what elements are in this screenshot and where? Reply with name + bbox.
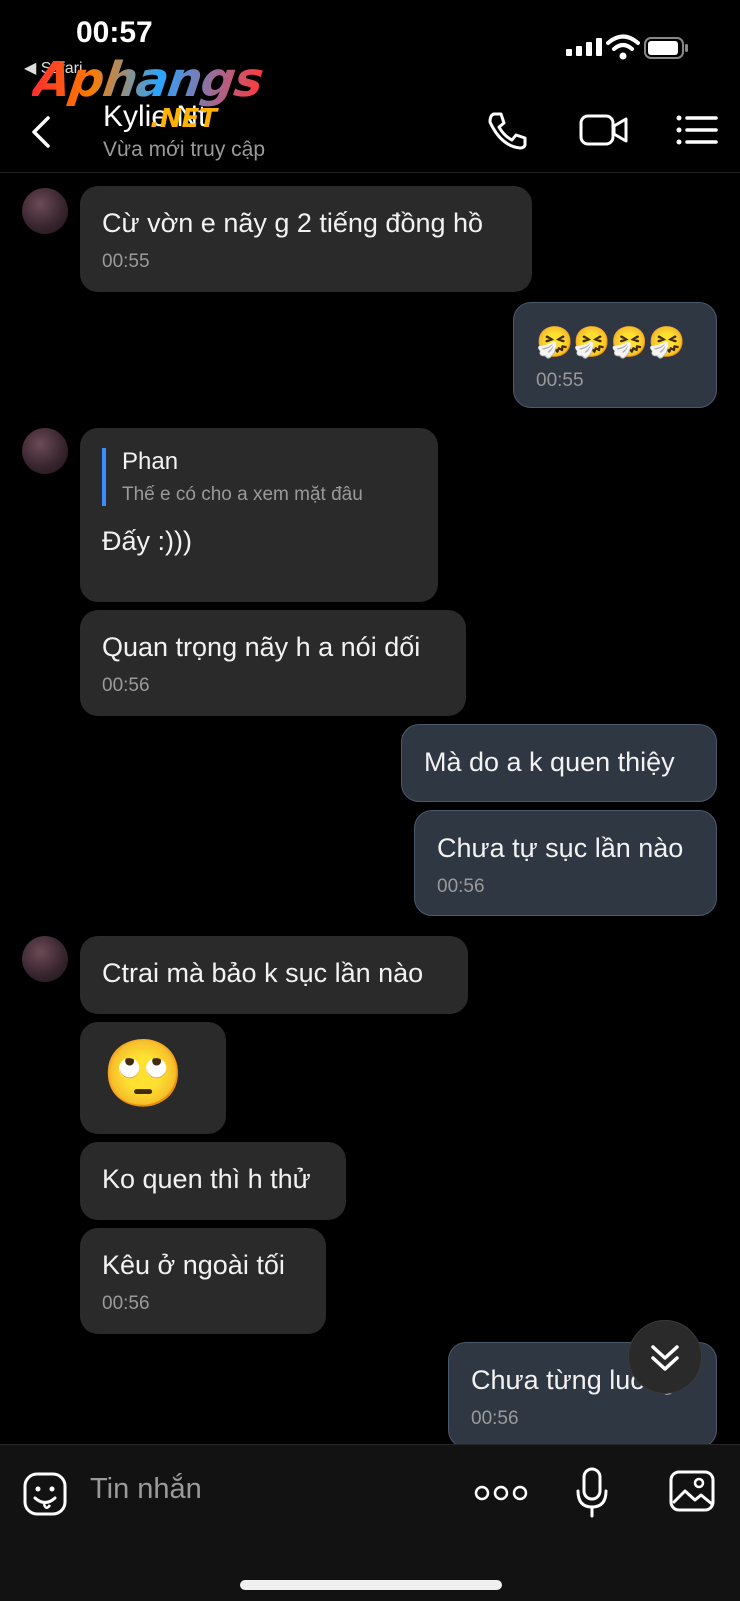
status-bar: 00:57 ◀ Safari: [0, 0, 740, 77]
phone-icon[interactable]: [484, 110, 530, 150]
message-composer: Tin nhắn: [0, 1444, 740, 1601]
message-text: Ko quen thì h thử: [102, 1164, 311, 1194]
message-bubble-incoming[interactable]: Kêu ở ngoài tối 00:56: [80, 1228, 326, 1334]
message-text: Đấy :))): [102, 526, 192, 556]
message-text: Chưa tự sục lần nào: [437, 833, 684, 863]
message-text: Mà do a k quen thiệy: [424, 747, 675, 777]
watermark-logo: Aphangs: [30, 52, 267, 108]
back-icon[interactable]: [26, 112, 58, 152]
video-call-icon[interactable]: [578, 110, 630, 150]
message-text: Cừ vờn e nãy g 2 tiếng đồng hồ: [102, 208, 484, 238]
message-bubble-incoming[interactable]: Ctrai mà bảo k sục lần nào: [80, 936, 468, 1014]
more-icon[interactable]: [474, 1481, 528, 1505]
quote-author: Phan: [122, 448, 179, 475]
double-chevron-down-icon: [651, 1345, 679, 1371]
menu-icon[interactable]: [674, 110, 720, 150]
emoji-message: 🙄: [102, 1036, 185, 1110]
status-time: 00:57: [76, 16, 153, 49]
message-time: 00:55: [102, 251, 150, 272]
message-time: 00:56: [102, 675, 150, 696]
quote-text: Thế e có cho a xem mặt đâu: [122, 484, 363, 505]
message-bubble-outgoing[interactable]: 🤧🤧🤧🤧 00:55: [513, 302, 717, 408]
message-bubble-incoming[interactable]: Cừ vờn e nãy g 2 tiếng đồng hồ 00:55: [80, 186, 532, 292]
message-bubble-outgoing[interactable]: Mà do a k quen thiệy: [401, 724, 717, 802]
message-text: Kêu ở ngoài tối: [102, 1250, 285, 1280]
message-bubble-outgoing[interactable]: Chưa tự sục lần nào 00:56: [414, 810, 717, 916]
watermark-suffix: .NET: [150, 104, 218, 134]
image-icon[interactable]: [668, 1469, 716, 1513]
message-time: 00:55: [536, 370, 584, 391]
message-time: 00:56: [102, 1293, 150, 1314]
message-input[interactable]: Tin nhắn: [90, 1473, 202, 1506]
message-bubble-incoming[interactable]: 🙄: [80, 1022, 226, 1134]
message-text: Quan trọng nãy h a nói dối: [102, 632, 421, 662]
battery-icon: [644, 37, 688, 59]
message-text: Ctrai mà bảo k sục lần nào: [102, 958, 424, 988]
message-text: 🤧🤧🤧🤧: [536, 326, 686, 359]
message-bubble-incoming[interactable]: Quan trọng nãy h a nói dối 00:56: [80, 610, 466, 716]
message-list[interactable]: Cừ vờn e nãy g 2 tiếng đồng hồ 00:55 🤧🤧🤧…: [0, 172, 740, 1444]
message-bubble-incoming[interactable]: Ko quen thì h thử: [80, 1142, 346, 1220]
reply-quote[interactable]: Phan Thế e có cho a xem mặt đâu: [102, 448, 416, 506]
scroll-to-bottom-button[interactable]: [628, 1320, 702, 1394]
contact-avatar[interactable]: [22, 188, 68, 234]
home-indicator[interactable]: [240, 1580, 502, 1590]
presence-status: Vừa mới truy cập: [103, 138, 266, 161]
sticker-icon[interactable]: [22, 1471, 68, 1517]
message-bubble-incoming[interactable]: Phan Thế e có cho a xem mặt đâu Đấy :))): [80, 428, 438, 602]
signal-icon: [566, 38, 602, 56]
contact-avatar[interactable]: [22, 428, 68, 474]
message-time: 00:56: [471, 1408, 519, 1429]
message-time: 00:56: [437, 876, 485, 897]
wifi-icon: [606, 34, 640, 60]
microphone-icon[interactable]: [574, 1467, 610, 1519]
contact-avatar[interactable]: [22, 936, 68, 982]
